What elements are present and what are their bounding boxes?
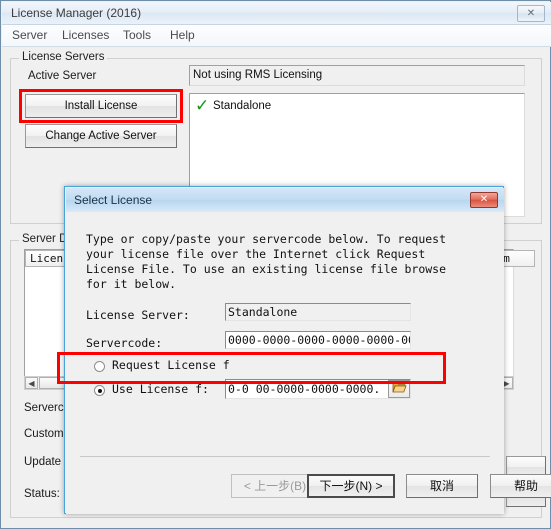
status-detail-label: Status: bbox=[24, 488, 60, 500]
radio-request-license-file-label: Request License f bbox=[112, 358, 230, 372]
list-item-label: Standalone bbox=[213, 100, 272, 112]
license-file-input[interactable]: 0-0 00-0000-0000-0000. one bbox=[225, 379, 411, 399]
dialog-instructions: Type or copy/paste your servercode below… bbox=[86, 232, 447, 291]
menu-item-tools[interactable]: Tools bbox=[121, 28, 153, 42]
next-button[interactable]: 下一步(N) > bbox=[307, 474, 395, 498]
license-servers-group-title: License Servers bbox=[19, 51, 108, 63]
change-active-server-button[interactable]: Change Active Server bbox=[25, 124, 177, 148]
scroll-left-icon[interactable]: ◀ bbox=[25, 377, 38, 389]
back-button[interactable]: < 上一步(B) bbox=[231, 474, 319, 498]
active-server-label: Active Server bbox=[28, 70, 97, 82]
folder-open-icon-svg bbox=[391, 382, 407, 393]
servercode-label: Servercode: bbox=[86, 336, 163, 350]
radio-request-license-file[interactable] bbox=[94, 361, 105, 372]
folder-open-icon[interactable] bbox=[388, 380, 410, 398]
cancel-button[interactable]: 取消 bbox=[406, 474, 478, 498]
dialog-separator bbox=[80, 456, 490, 457]
dialog-body: Type or copy/paste your servercode below… bbox=[66, 212, 551, 514]
active-server-status-field: Not using RMS Licensing bbox=[189, 65, 525, 86]
list-item[interactable]: ✓ Standalone bbox=[195, 96, 521, 117]
license-server-field: Standalone bbox=[225, 303, 411, 321]
close-icon[interactable]: ✕ bbox=[517, 5, 545, 22]
servercode-input[interactable]: 0000-0000-0000-0000-0000-0000 bbox=[225, 331, 411, 349]
select-license-dialog: Select License ✕ Type or copy/paste your… bbox=[64, 186, 551, 514]
menu-item-help[interactable]: Help bbox=[168, 28, 197, 42]
dialog-titlebar[interactable]: Select License ✕ bbox=[66, 188, 504, 213]
menu-item-licenses[interactable]: Licenses bbox=[60, 28, 111, 42]
radio-use-license-file[interactable] bbox=[94, 385, 105, 396]
help-button[interactable]: 帮助 bbox=[490, 474, 551, 498]
window-title: License Manager (2016) bbox=[11, 6, 142, 20]
install-license-button[interactable]: Install License bbox=[25, 94, 177, 118]
dialog-title: Select License bbox=[74, 193, 153, 207]
radio-use-license-file-label: Use License f: bbox=[112, 382, 209, 396]
window-titlebar[interactable]: License Manager (2016) ✕ bbox=[2, 2, 551, 25]
check-icon: ✓ bbox=[195, 96, 210, 116]
menubar: Server Licenses Tools Help bbox=[2, 25, 551, 47]
menu-item-server[interactable]: Server bbox=[10, 28, 49, 42]
dialog-close-icon[interactable]: ✕ bbox=[470, 192, 498, 208]
license-server-label: License Server: bbox=[86, 308, 190, 322]
